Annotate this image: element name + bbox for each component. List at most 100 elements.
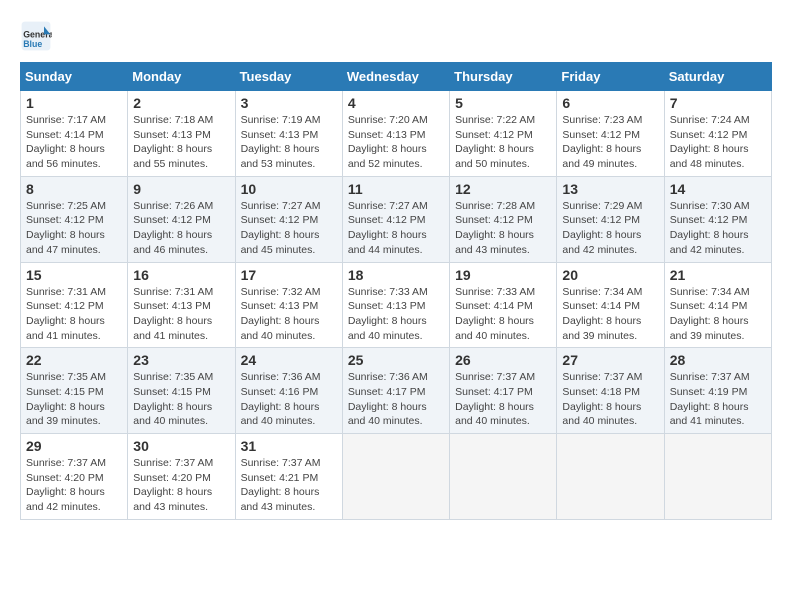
calendar-cell: 8 Sunrise: 7:25 AM Sunset: 4:12 PM Dayli… [21,176,128,262]
calendar-week-3: 15 Sunrise: 7:31 AM Sunset: 4:12 PM Dayl… [21,262,772,348]
calendar-cell: 6 Sunrise: 7:23 AM Sunset: 4:12 PM Dayli… [557,91,664,177]
calendar-cell: 4 Sunrise: 7:20 AM Sunset: 4:13 PM Dayli… [342,91,449,177]
calendar-cell: 2 Sunrise: 7:18 AM Sunset: 4:13 PM Dayli… [128,91,235,177]
cell-info: Sunrise: 7:36 AM Sunset: 4:16 PM Dayligh… [241,370,337,429]
cell-info: Sunrise: 7:17 AM Sunset: 4:14 PM Dayligh… [26,113,122,172]
calendar-cell: 12 Sunrise: 7:28 AM Sunset: 4:12 PM Dayl… [450,176,557,262]
cell-info: Sunrise: 7:31 AM Sunset: 4:13 PM Dayligh… [133,285,229,344]
day-number: 24 [241,352,337,368]
day-header-thursday: Thursday [450,63,557,91]
cell-info: Sunrise: 7:37 AM Sunset: 4:20 PM Dayligh… [133,456,229,515]
calendar-week-2: 8 Sunrise: 7:25 AM Sunset: 4:12 PM Dayli… [21,176,772,262]
calendar-cell: 28 Sunrise: 7:37 AM Sunset: 4:19 PM Dayl… [664,348,771,434]
calendar-cell: 9 Sunrise: 7:26 AM Sunset: 4:12 PM Dayli… [128,176,235,262]
calendar-cell: 27 Sunrise: 7:37 AM Sunset: 4:18 PM Dayl… [557,348,664,434]
day-number: 20 [562,267,658,283]
day-number: 18 [348,267,444,283]
cell-info: Sunrise: 7:33 AM Sunset: 4:14 PM Dayligh… [455,285,551,344]
day-header-monday: Monday [128,63,235,91]
day-number: 2 [133,95,229,111]
cell-info: Sunrise: 7:37 AM Sunset: 4:21 PM Dayligh… [241,456,337,515]
cell-info: Sunrise: 7:23 AM Sunset: 4:12 PM Dayligh… [562,113,658,172]
day-number: 6 [562,95,658,111]
calendar-cell: 25 Sunrise: 7:36 AM Sunset: 4:17 PM Dayl… [342,348,449,434]
cell-info: Sunrise: 7:25 AM Sunset: 4:12 PM Dayligh… [26,199,122,258]
day-number: 8 [26,181,122,197]
calendar-cell: 17 Sunrise: 7:32 AM Sunset: 4:13 PM Dayl… [235,262,342,348]
calendar-cell [450,434,557,520]
day-header-friday: Friday [557,63,664,91]
calendar-cell: 14 Sunrise: 7:30 AM Sunset: 4:12 PM Dayl… [664,176,771,262]
day-number: 26 [455,352,551,368]
calendar-cell: 30 Sunrise: 7:37 AM Sunset: 4:20 PM Dayl… [128,434,235,520]
calendar-cell: 13 Sunrise: 7:29 AM Sunset: 4:12 PM Dayl… [557,176,664,262]
calendar-cell: 29 Sunrise: 7:37 AM Sunset: 4:20 PM Dayl… [21,434,128,520]
cell-info: Sunrise: 7:26 AM Sunset: 4:12 PM Dayligh… [133,199,229,258]
cell-info: Sunrise: 7:37 AM Sunset: 4:19 PM Dayligh… [670,370,766,429]
cell-info: Sunrise: 7:34 AM Sunset: 4:14 PM Dayligh… [562,285,658,344]
day-number: 21 [670,267,766,283]
day-number: 17 [241,267,337,283]
calendar-cell: 15 Sunrise: 7:31 AM Sunset: 4:12 PM Dayl… [21,262,128,348]
cell-info: Sunrise: 7:20 AM Sunset: 4:13 PM Dayligh… [348,113,444,172]
day-number: 11 [348,181,444,197]
cell-info: Sunrise: 7:29 AM Sunset: 4:12 PM Dayligh… [562,199,658,258]
calendar-cell: 18 Sunrise: 7:33 AM Sunset: 4:13 PM Dayl… [342,262,449,348]
calendar-cell: 21 Sunrise: 7:34 AM Sunset: 4:14 PM Dayl… [664,262,771,348]
calendar-cell: 22 Sunrise: 7:35 AM Sunset: 4:15 PM Dayl… [21,348,128,434]
day-number: 1 [26,95,122,111]
day-number: 10 [241,181,337,197]
day-number: 19 [455,267,551,283]
day-number: 12 [455,181,551,197]
calendar-table: SundayMondayTuesdayWednesdayThursdayFrid… [20,62,772,520]
day-number: 16 [133,267,229,283]
cell-info: Sunrise: 7:24 AM Sunset: 4:12 PM Dayligh… [670,113,766,172]
calendar-week-1: 1 Sunrise: 7:17 AM Sunset: 4:14 PM Dayli… [21,91,772,177]
cell-info: Sunrise: 7:32 AM Sunset: 4:13 PM Dayligh… [241,285,337,344]
cell-info: Sunrise: 7:36 AM Sunset: 4:17 PM Dayligh… [348,370,444,429]
day-number: 28 [670,352,766,368]
cell-info: Sunrise: 7:28 AM Sunset: 4:12 PM Dayligh… [455,199,551,258]
calendar-cell: 10 Sunrise: 7:27 AM Sunset: 4:12 PM Dayl… [235,176,342,262]
day-header-tuesday: Tuesday [235,63,342,91]
calendar-week-5: 29 Sunrise: 7:37 AM Sunset: 4:20 PM Dayl… [21,434,772,520]
calendar-cell: 19 Sunrise: 7:33 AM Sunset: 4:14 PM Dayl… [450,262,557,348]
day-number: 31 [241,438,337,454]
cell-info: Sunrise: 7:27 AM Sunset: 4:12 PM Dayligh… [348,199,444,258]
calendar-cell [557,434,664,520]
calendar-cell: 26 Sunrise: 7:37 AM Sunset: 4:17 PM Dayl… [450,348,557,434]
day-number: 15 [26,267,122,283]
day-number: 13 [562,181,658,197]
calendar-cell: 20 Sunrise: 7:34 AM Sunset: 4:14 PM Dayl… [557,262,664,348]
cell-info: Sunrise: 7:37 AM Sunset: 4:17 PM Dayligh… [455,370,551,429]
calendar-cell: 3 Sunrise: 7:19 AM Sunset: 4:13 PM Dayli… [235,91,342,177]
day-number: 7 [670,95,766,111]
calendar-cell [342,434,449,520]
cell-info: Sunrise: 7:33 AM Sunset: 4:13 PM Dayligh… [348,285,444,344]
calendar-cell: 24 Sunrise: 7:36 AM Sunset: 4:16 PM Dayl… [235,348,342,434]
day-header-saturday: Saturday [664,63,771,91]
calendar-cell: 31 Sunrise: 7:37 AM Sunset: 4:21 PM Dayl… [235,434,342,520]
cell-info: Sunrise: 7:18 AM Sunset: 4:13 PM Dayligh… [133,113,229,172]
cell-info: Sunrise: 7:31 AM Sunset: 4:12 PM Dayligh… [26,285,122,344]
logo-icon: General Blue [20,20,52,52]
svg-text:Blue: Blue [23,39,42,49]
logo: General Blue [20,20,56,52]
cell-info: Sunrise: 7:37 AM Sunset: 4:20 PM Dayligh… [26,456,122,515]
day-number: 23 [133,352,229,368]
day-number: 5 [455,95,551,111]
day-header-wednesday: Wednesday [342,63,449,91]
day-number: 4 [348,95,444,111]
calendar-cell: 7 Sunrise: 7:24 AM Sunset: 4:12 PM Dayli… [664,91,771,177]
cell-info: Sunrise: 7:35 AM Sunset: 4:15 PM Dayligh… [26,370,122,429]
calendar-cell: 1 Sunrise: 7:17 AM Sunset: 4:14 PM Dayli… [21,91,128,177]
cell-info: Sunrise: 7:34 AM Sunset: 4:14 PM Dayligh… [670,285,766,344]
cell-info: Sunrise: 7:37 AM Sunset: 4:18 PM Dayligh… [562,370,658,429]
cell-info: Sunrise: 7:30 AM Sunset: 4:12 PM Dayligh… [670,199,766,258]
day-number: 29 [26,438,122,454]
day-number: 3 [241,95,337,111]
day-header-sunday: Sunday [21,63,128,91]
calendar-cell: 5 Sunrise: 7:22 AM Sunset: 4:12 PM Dayli… [450,91,557,177]
cell-info: Sunrise: 7:22 AM Sunset: 4:12 PM Dayligh… [455,113,551,172]
cell-info: Sunrise: 7:19 AM Sunset: 4:13 PM Dayligh… [241,113,337,172]
